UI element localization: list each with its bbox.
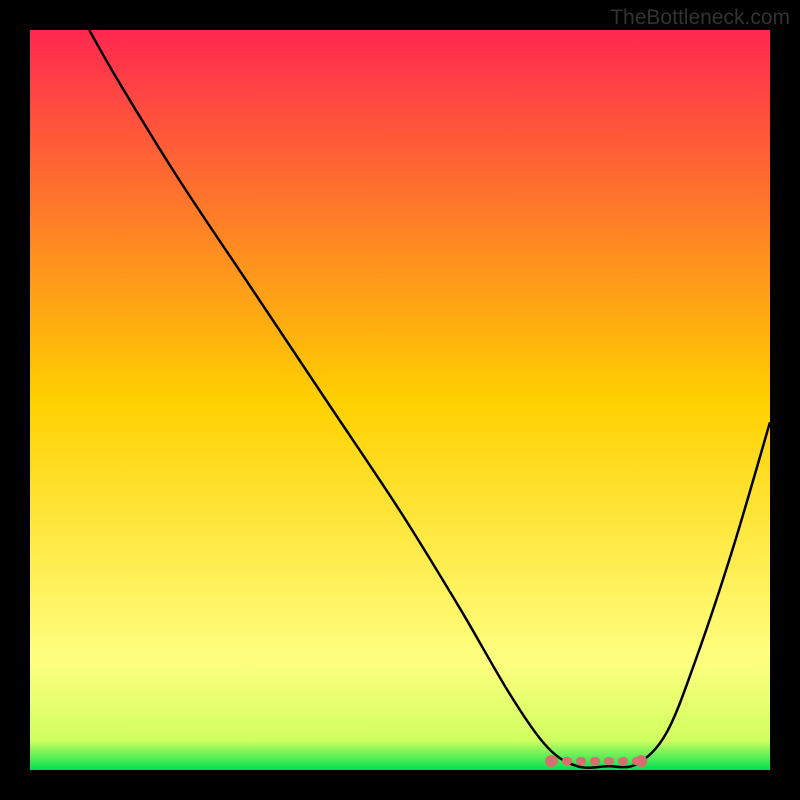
bottleneck-chart [0, 0, 800, 800]
gradient-background [30, 30, 770, 770]
watermark-text: TheBottleneck.com [610, 6, 790, 30]
chart-container: { "watermark": "TheBottleneck.com", "cha… [0, 0, 800, 800]
